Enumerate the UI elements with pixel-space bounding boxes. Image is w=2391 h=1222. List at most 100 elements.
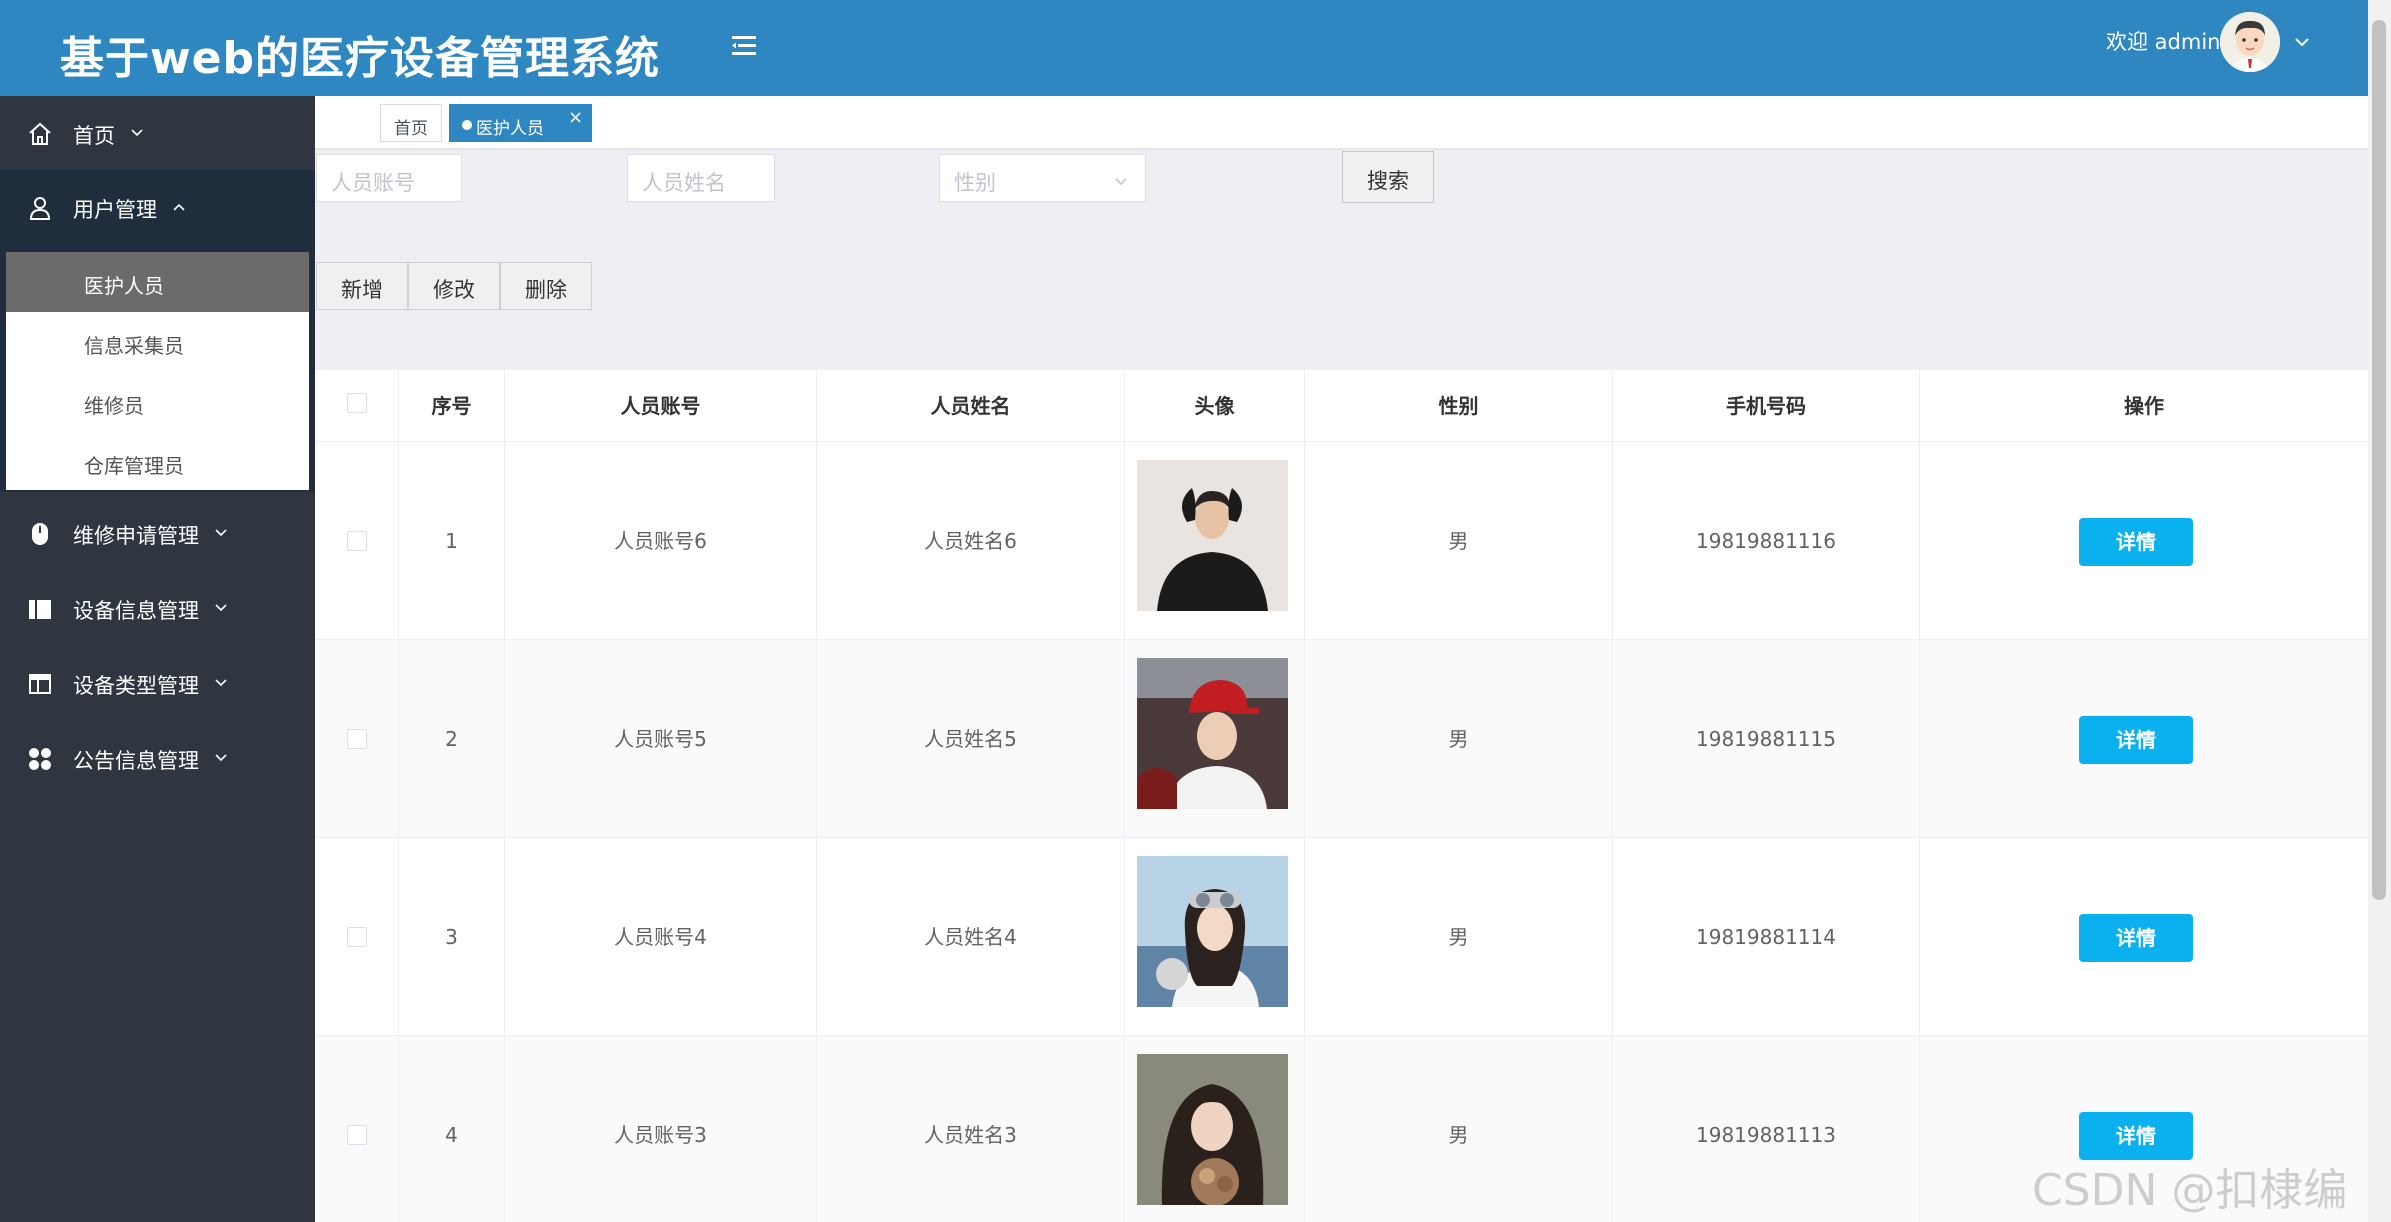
scrollbar-thumb[interactable] [2372, 20, 2386, 900]
submenu-item-info-collector[interactable]: 信息采集员 [6, 312, 309, 372]
submenu-item-label: 仓库管理员 [84, 454, 184, 478]
search-button-label: 搜索 [1367, 169, 1409, 193]
user-icon [26, 194, 54, 222]
name-search-input[interactable]: 人员姓名 [627, 154, 775, 202]
row-select-cell [315, 1036, 399, 1222]
cell-gender: 男 [1305, 838, 1613, 1036]
close-icon[interactable]: × [568, 107, 583, 128]
cell-phone: 19819881115 [1613, 640, 1920, 838]
cell-name: 人员姓名5 [817, 640, 1125, 838]
detail-button[interactable]: 详情 [2079, 716, 2193, 764]
chevron-down-icon [128, 124, 146, 142]
submenu-item-label: 信息采集员 [84, 334, 184, 358]
submenu-item-warehouse-manager[interactable]: 仓库管理员 [6, 432, 309, 492]
apps-icon [26, 745, 54, 773]
row-checkbox[interactable] [347, 531, 367, 551]
cell-name: 人员姓名6 [817, 442, 1125, 640]
sidebar-item-label: 首页 [73, 124, 115, 148]
welcome-text: 欢迎 admin [2106, 30, 2221, 54]
edit-button-label: 修改 [433, 278, 475, 302]
menu-toggle-icon[interactable] [728, 30, 760, 62]
cell-name: 人员姓名3 [817, 1036, 1125, 1222]
cell-index: 2 [399, 640, 505, 838]
tabs-bar: 首页 医护人员 × [315, 96, 2368, 150]
add-button[interactable]: 新增 [316, 262, 408, 310]
cell-gender: 男 [1305, 1036, 1613, 1222]
sidebar-item-label: 维修申请管理 [73, 524, 199, 548]
sidebar: 首页 用户管理 医护人员 信息采集员 维修员 仓库管理员 维修申请管理 设备信息… [0, 96, 315, 1222]
cell-phone: 19819881114 [1613, 838, 1920, 1036]
header-index: 序号 [399, 370, 505, 442]
cell-account: 人员账号3 [505, 1036, 817, 1222]
account-search-input[interactable]: 人员账号 [316, 154, 462, 202]
header-account: 人员账号 [505, 370, 817, 442]
staff-photo [1137, 856, 1288, 1007]
header-gender: 性别 [1305, 370, 1613, 442]
cell-phone: 19819881113 [1613, 1036, 1920, 1222]
sidebar-item-device-types[interactable]: 设备类型管理 [0, 646, 315, 720]
table-row: 3 人员账号4 人员姓名4 男 19819881114 详情 [315, 838, 2368, 1036]
row-checkbox[interactable] [347, 729, 367, 749]
delete-button-label: 删除 [525, 278, 567, 302]
row-checkbox[interactable] [347, 927, 367, 947]
chevron-down-icon [212, 599, 230, 617]
table-row: 1 人员账号6 人员姓名6 男 19819881116 详情 [315, 442, 2368, 640]
gender-select[interactable]: 性别 [939, 154, 1146, 202]
app-title: 基于web的医疗设备管理系统 [60, 33, 660, 84]
detail-button[interactable]: 详情 [2079, 518, 2193, 566]
cell-account: 人员账号5 [505, 640, 817, 838]
header-phone: 手机号码 [1613, 370, 1920, 442]
user-management-submenu: 医护人员 信息采集员 维修员 仓库管理员 [6, 252, 309, 490]
cell-gender: 男 [1305, 640, 1613, 838]
gender-select-placeholder: 性别 [954, 171, 996, 195]
chevron-down-icon [212, 524, 230, 542]
cell-gender: 男 [1305, 442, 1613, 640]
sidebar-item-device-info[interactable]: 设备信息管理 [0, 571, 315, 645]
staff-photo [1137, 1054, 1288, 1205]
search-area: 人员账号 人员姓名 性别 搜索 新增 修改 删除 [315, 150, 2368, 370]
detail-button[interactable]: 详情 [2079, 914, 2193, 962]
sidebar-item-label: 用户管理 [73, 198, 157, 222]
detail-button[interactable]: 详情 [2079, 1112, 2193, 1160]
chevron-up-icon [170, 198, 188, 216]
sidebar-item-repair-requests[interactable]: 维修申请管理 [0, 496, 315, 570]
sidebar-item-label: 设备类型管理 [73, 674, 199, 698]
edit-button[interactable]: 修改 [408, 262, 500, 310]
sidebar-item-label: 公告信息管理 [73, 749, 199, 773]
submenu-item-medical-staff[interactable]: 医护人员 [6, 252, 309, 312]
cell-index: 3 [399, 838, 505, 1036]
chevron-down-icon [212, 674, 230, 692]
avatar[interactable] [2220, 12, 2280, 72]
tab-home[interactable]: 首页 [380, 104, 442, 142]
cell-account: 人员账号4 [505, 838, 817, 1036]
home-icon [26, 120, 54, 148]
repair-icon [26, 520, 54, 548]
sidebar-item-home[interactable]: 首页 [0, 96, 315, 170]
table-row: 2 人员账号5 人员姓名5 男 19819881115 详情 [315, 640, 2368, 838]
tab-label: 医护人员 [476, 119, 544, 139]
submenu-item-repairman[interactable]: 维修员 [6, 372, 309, 432]
sidebar-item-announcements[interactable]: 公告信息管理 [0, 721, 315, 795]
chevron-down-icon [212, 749, 230, 767]
cell-index: 1 [399, 442, 505, 640]
submenu-item-label: 医护人员 [84, 274, 164, 298]
search-button[interactable]: 搜索 [1342, 151, 1434, 203]
row-select-cell [315, 838, 399, 1036]
sidebar-item-label: 设备信息管理 [73, 599, 199, 623]
header-avatar: 头像 [1125, 370, 1305, 442]
active-dot-icon [462, 120, 472, 130]
submenu-item-label: 维修员 [84, 394, 144, 418]
tab-medical-staff[interactable]: 医护人员 × [449, 104, 592, 142]
select-all-cell [315, 370, 399, 442]
table-header: 序号 人员账号 人员姓名 头像 性别 手机号码 操作 [315, 370, 2368, 442]
row-checkbox[interactable] [347, 1125, 367, 1145]
page-scrollbar[interactable] [2368, 0, 2391, 1222]
cell-index: 4 [399, 1036, 505, 1222]
chevron-down-icon[interactable] [2290, 30, 2314, 54]
cell-account: 人员账号6 [505, 442, 817, 640]
delete-button[interactable]: 删除 [500, 262, 592, 310]
watermark: CSDN @扣棣编程 [2032, 1165, 2348, 1216]
staff-photo [1137, 658, 1288, 809]
chevron-down-icon [1113, 171, 1129, 187]
select-all-checkbox[interactable] [347, 393, 367, 413]
